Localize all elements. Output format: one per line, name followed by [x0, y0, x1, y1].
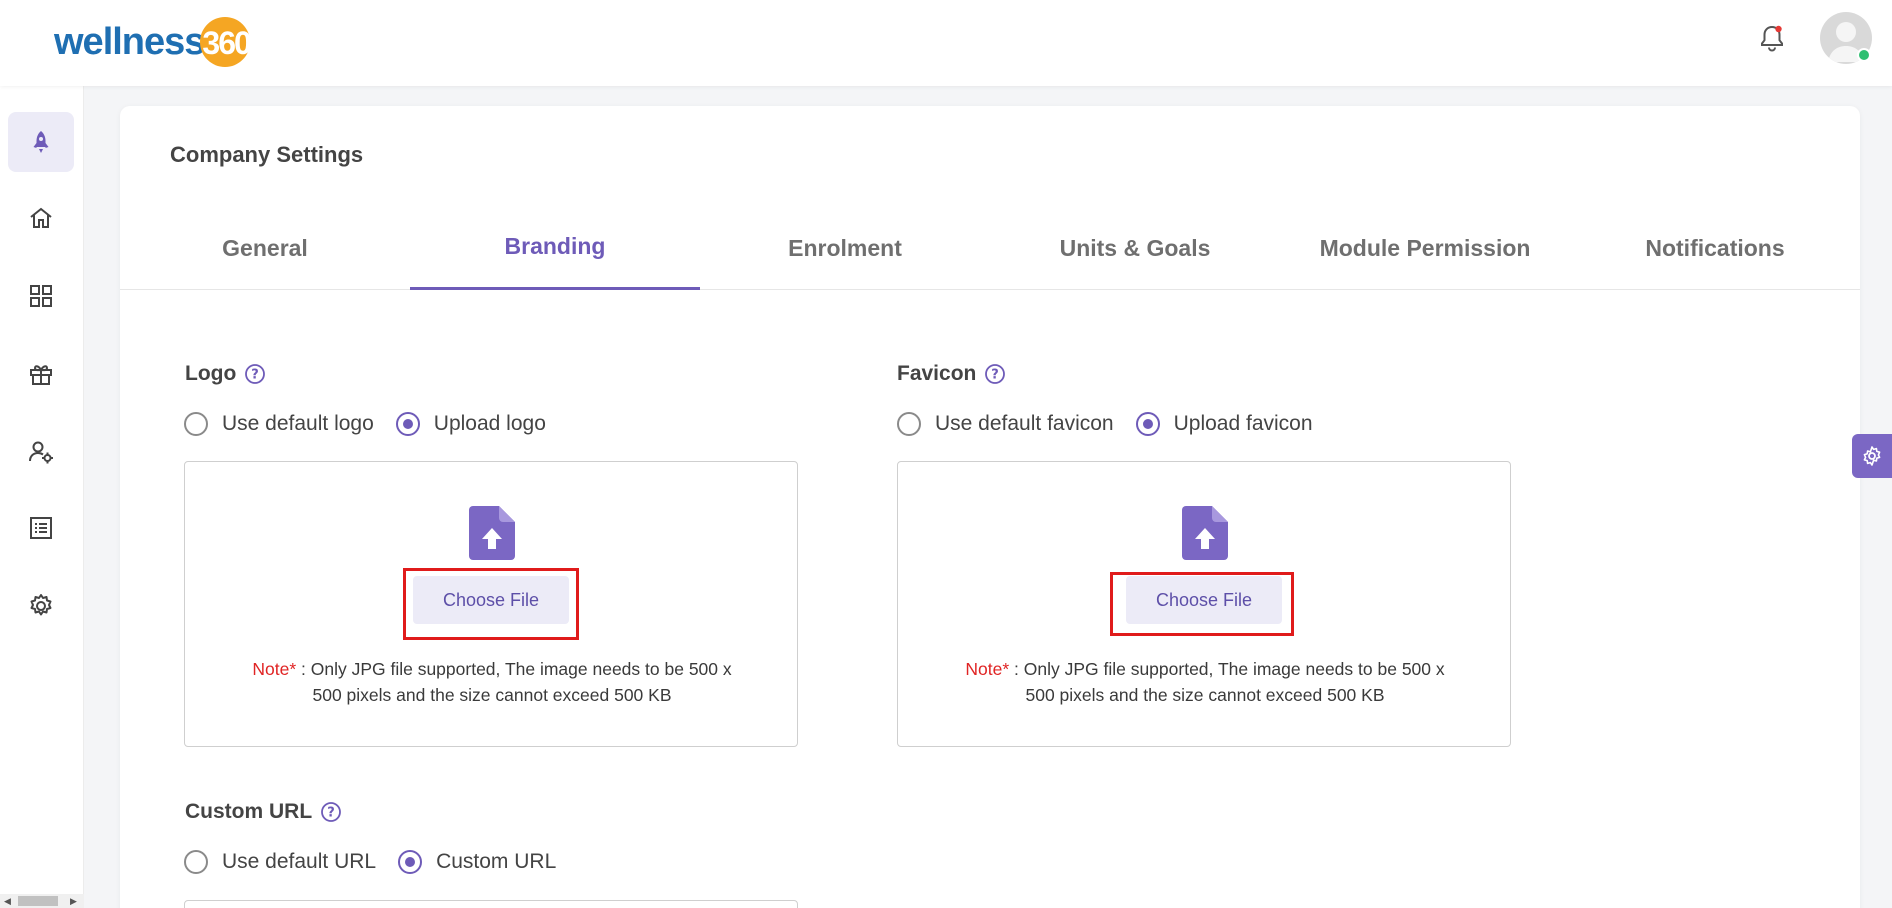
scrollbar-thumb[interactable] — [18, 896, 58, 906]
sidebar-horizontal-scrollbar[interactable]: ◀ ▶ — [0, 894, 84, 908]
note-line-1: : Only JPG file supported, The image nee… — [1009, 659, 1445, 679]
tab-enrolment[interactable]: Enrolment — [700, 206, 990, 290]
svg-text:?: ? — [992, 368, 1000, 383]
custom-url-help-icon[interactable]: ? — [320, 801, 342, 823]
note-prefix: Note* — [252, 659, 297, 679]
tab-notifications[interactable]: Notifications — [1570, 206, 1860, 290]
custom-url-radio[interactable] — [398, 850, 423, 874]
sidebar-item-launch[interactable] — [8, 112, 74, 172]
use-default-url-radio[interactable] — [184, 850, 208, 874]
logo-section-label: Logo ? — [185, 362, 266, 386]
sidebar-item-rewards[interactable] — [8, 344, 74, 404]
favicon-label-text: Favicon — [897, 362, 977, 385]
logo-upload-box[interactable]: Choose File Note* : Only JPG file suppor… — [184, 461, 798, 747]
logo-number-badge: 360 — [200, 15, 254, 69]
upload-logo-radio[interactable] — [395, 412, 420, 436]
note-line-2: 500 pixels and the size cannot exceed 50… — [1025, 685, 1385, 705]
logo-option-group: Use default logo Upload logo — [184, 412, 568, 436]
favicon-choose-file-button[interactable]: Choose File — [1126, 576, 1282, 624]
logo-number: 360 — [202, 25, 251, 61]
top-bar: wellness 360 — [0, 0, 1892, 86]
svg-text:?: ? — [327, 806, 335, 821]
file-upload-icon — [1182, 506, 1228, 560]
note-line-2: 500 pixels and the size cannot exceed 50… — [312, 685, 672, 705]
tab-branding[interactable]: Branding — [410, 206, 700, 290]
sidebar-item-home[interactable] — [8, 188, 74, 248]
logo-word: wellness — [54, 20, 205, 63]
sidebar-item-user-management[interactable] — [8, 422, 74, 482]
note-line-1: : Only JPG file supported, The image nee… — [296, 659, 732, 679]
sidebar — [0, 86, 84, 908]
sidebar-item-settings[interactable] — [8, 576, 74, 636]
gear-icon — [1863, 446, 1881, 466]
gift-icon — [30, 365, 52, 385]
custom-url-section-label: Custom URL ? — [185, 800, 342, 824]
logo-choose-file-button[interactable]: Choose File — [413, 576, 569, 624]
tab-general[interactable]: General — [120, 206, 410, 290]
custom-url-option-group: Use default URL Custom URL — [184, 850, 578, 874]
brand-logo[interactable]: wellness 360 — [54, 14, 254, 70]
use-default-logo-label[interactable]: Use default logo — [222, 412, 374, 436]
online-status-indicator — [1857, 48, 1871, 62]
file-upload-icon — [469, 506, 515, 560]
use-default-url-label[interactable]: Use default URL — [222, 850, 376, 874]
favicon-upload-box[interactable]: Choose File Note* : Only JPG file suppor… — [897, 461, 1511, 747]
use-default-logo-radio[interactable] — [184, 412, 208, 436]
favicon-upload-note: Note* : Only JPG file supported, The ima… — [898, 656, 1512, 708]
upload-favicon-radio[interactable] — [1135, 412, 1160, 436]
scroll-left-arrow-icon[interactable]: ◀ — [4, 896, 11, 907]
sidebar-item-dashboard[interactable] — [8, 266, 74, 326]
use-default-favicon-label[interactable]: Use default favicon — [935, 412, 1114, 436]
custom-url-option-label[interactable]: Custom URL — [436, 850, 556, 874]
tab-units-goals[interactable]: Units & Goals — [990, 206, 1280, 290]
gear-icon — [30, 594, 52, 616]
note-prefix: Note* — [965, 659, 1010, 679]
floating-settings-button[interactable] — [1852, 434, 1892, 478]
favicon-help-icon[interactable]: ? — [984, 363, 1006, 385]
scroll-right-arrow-icon[interactable]: ▶ — [70, 896, 77, 907]
rocket-icon — [33, 131, 49, 153]
favicon-section-label: Favicon ? — [897, 362, 1006, 386]
logo-label-text: Logo — [185, 362, 237, 385]
sidebar-item-reports[interactable] — [8, 498, 74, 558]
upload-logo-label[interactable]: Upload logo — [434, 412, 546, 436]
company-settings-card: Company Settings General Branding Enrolm… — [120, 106, 1860, 908]
use-default-favicon-radio[interactable] — [897, 412, 921, 436]
home-icon — [30, 207, 52, 228]
notification-bell-icon[interactable] — [1756, 22, 1788, 54]
tab-module-permission[interactable]: Module Permission — [1280, 206, 1570, 290]
list-icon — [30, 517, 52, 539]
page-title: Company Settings — [170, 142, 364, 167]
upload-favicon-label[interactable]: Upload favicon — [1174, 412, 1313, 436]
user-settings-icon — [29, 441, 53, 464]
settings-tabs: General Branding Enrolment Units & Goals… — [120, 206, 1860, 290]
dashboard-grid-icon — [30, 285, 52, 307]
favicon-option-group: Use default favicon Upload favicon — [897, 412, 1335, 436]
logo-help-icon[interactable]: ? — [244, 363, 266, 385]
svg-text:?: ? — [252, 368, 260, 383]
custom-url-label-text: Custom URL — [185, 800, 313, 823]
logo-upload-note: Note* : Only JPG file supported, The ima… — [185, 656, 799, 708]
custom-url-input[interactable] — [184, 900, 798, 908]
